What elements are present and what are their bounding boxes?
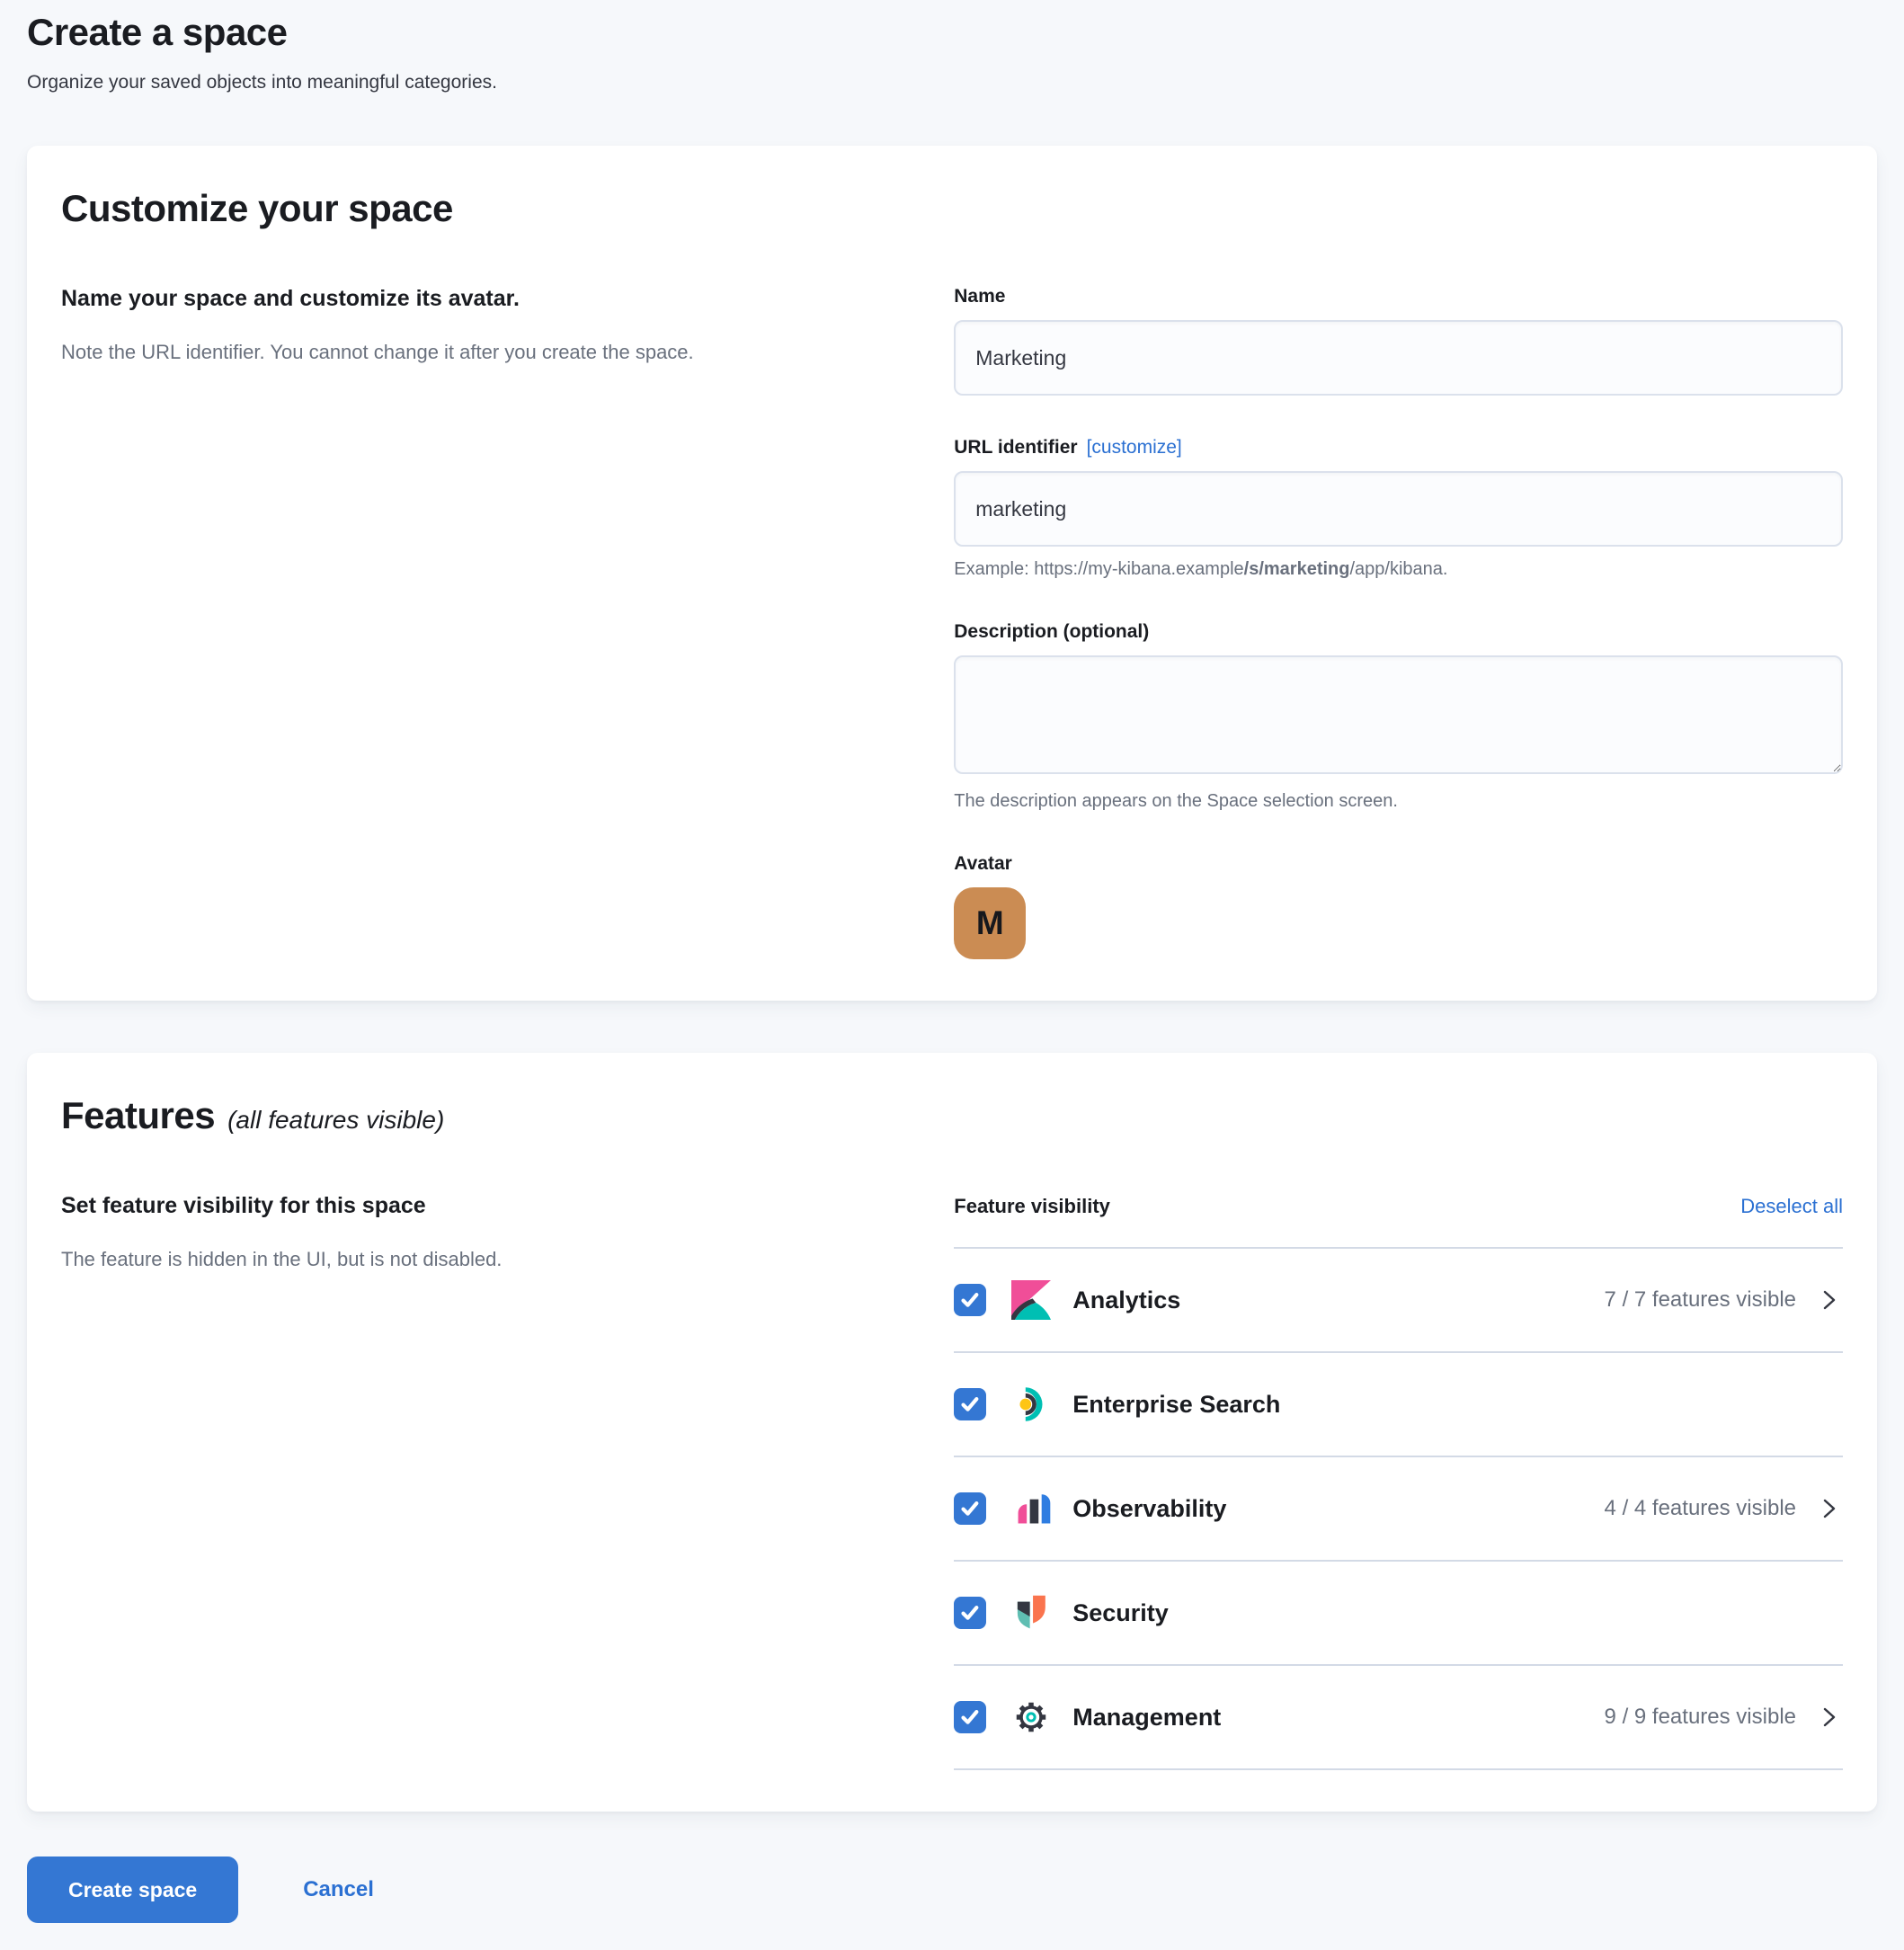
feature-row-observability[interactable]: Observability 4 / 4 features visible	[954, 1457, 1843, 1560]
feature-visibility-label: Feature visibility	[954, 1195, 1110, 1218]
feature-row-management[interactable]: Management 9 / 9 features visible	[954, 1666, 1843, 1768]
page-footer: Create space Cancel	[27, 1857, 1877, 1923]
page-subtitle: Organize your saved objects into meaning…	[27, 72, 1877, 93]
name-input[interactable]	[954, 320, 1843, 396]
feature-checkbox[interactable]	[954, 1597, 986, 1629]
space-avatar: M	[954, 887, 1026, 959]
feature-list-header: Feature visibility Deselect all	[954, 1195, 1843, 1218]
name-field-row: Name	[954, 286, 1843, 396]
deselect-all-link[interactable]: Deselect all	[1740, 1195, 1843, 1218]
feature-row-enterprise-search[interactable]: Enterprise Search	[954, 1353, 1843, 1456]
feature-row-analytics[interactable]: Analytics 7 / 7 features visible	[954, 1249, 1843, 1351]
kibana-logo-icon	[1011, 1280, 1051, 1320]
customize-section-title: Name your space and customize its avatar…	[61, 286, 925, 312]
create-space-button[interactable]: Create space	[27, 1857, 238, 1923]
features-card-title: Features(all features visible)	[61, 1094, 1843, 1137]
page-header: Create a space Organize your saved objec…	[27, 11, 1877, 93]
observability-logo-icon	[1011, 1489, 1051, 1528]
avatar-label: Avatar	[954, 853, 1843, 875]
name-label: Name	[954, 286, 1843, 307]
feature-checkbox[interactable]	[954, 1492, 986, 1525]
url-identifier-input[interactable]	[954, 471, 1843, 547]
feature-checkbox[interactable]	[954, 1701, 986, 1733]
feature-checkbox[interactable]	[954, 1284, 986, 1316]
url-identifier-label: URL identifier[customize]	[954, 437, 1843, 459]
chevron-right-icon[interactable]	[1814, 1286, 1843, 1314]
description-textarea[interactable]	[954, 655, 1843, 774]
description-help: The description appears on the Space sel…	[954, 791, 1843, 812]
security-logo-icon	[1011, 1593, 1051, 1633]
create-space-page: Create a space Organize your saved objec…	[27, 11, 1877, 1923]
description-field-row: Description (optional) The description a…	[954, 621, 1843, 812]
feature-row-security[interactable]: Security	[954, 1562, 1843, 1664]
divider	[954, 1768, 1843, 1770]
url-example-help: Example: https://my-kibana.example/s/mar…	[954, 559, 1843, 580]
avatar-row: Avatar M	[954, 853, 1843, 959]
chevron-right-icon[interactable]	[1814, 1703, 1843, 1732]
customize-card-title: Customize your space	[61, 187, 1843, 230]
features-section-title: Set feature visibility for this space	[61, 1193, 925, 1219]
feature-list: Analytics 7 / 7 features visible Enterpr…	[954, 1249, 1843, 1770]
feature-count: 7 / 7 features visible	[1605, 1287, 1796, 1313]
feature-count: 9 / 9 features visible	[1605, 1705, 1796, 1730]
url-identifier-row: URL identifier[customize] Example: https…	[954, 437, 1843, 580]
feature-checkbox[interactable]	[954, 1388, 986, 1420]
description-label: Description (optional)	[954, 621, 1843, 643]
customize-url-link[interactable]: [customize]	[1087, 437, 1182, 458]
customize-card: Customize your space Name your space and…	[27, 146, 1877, 1001]
feature-count: 4 / 4 features visible	[1605, 1496, 1796, 1521]
page-title: Create a space	[27, 11, 1877, 54]
features-section-description: The feature is hidden in the UI, but is …	[61, 1244, 925, 1274]
features-title-note: (all features visible)	[227, 1106, 444, 1134]
cancel-button[interactable]: Cancel	[303, 1877, 374, 1902]
customize-section-description: Note the URL identifier. You cannot chan…	[61, 337, 925, 367]
features-card: Features(all features visible) Set featu…	[27, 1053, 1877, 1812]
chevron-right-icon[interactable]	[1814, 1494, 1843, 1523]
gear-icon	[1011, 1697, 1051, 1737]
enterprise-search-logo-icon	[1011, 1385, 1051, 1424]
